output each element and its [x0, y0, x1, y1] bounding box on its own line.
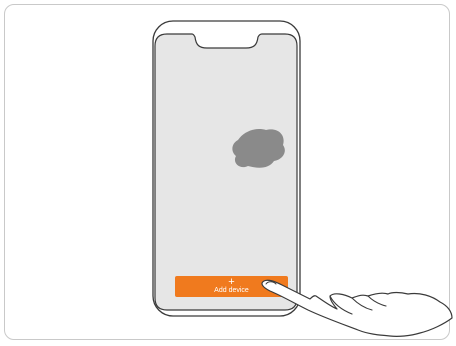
add-device-button[interactable]: + Add device: [175, 276, 288, 297]
onboarding-illustration: + Add device: [0, 0, 456, 346]
phone-screen: [154, 33, 298, 311]
add-device-label: Add device: [214, 287, 249, 294]
